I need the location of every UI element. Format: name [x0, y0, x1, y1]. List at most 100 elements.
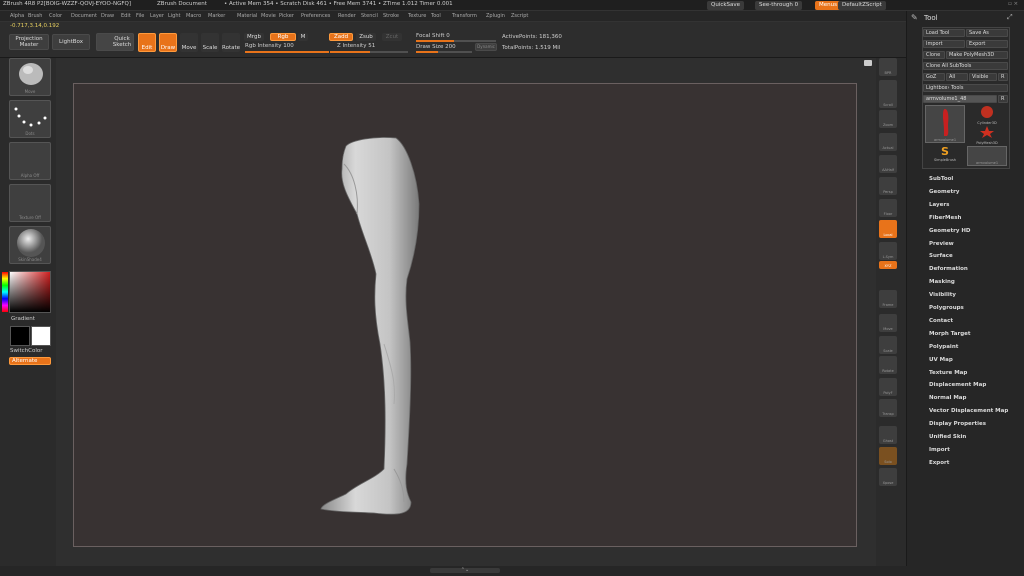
subpalette-unified-skin[interactable]: Unified Skin [929, 434, 966, 440]
brush-thumbnail[interactable]: Move [9, 58, 51, 96]
shelf-ghost-button[interactable]: Ghost [879, 426, 897, 444]
draw-button[interactable]: Draw [159, 33, 177, 52]
menu-zscript[interactable]: Zscript [511, 13, 528, 19]
tool-thumb-cylinder[interactable]: Cylinder3D [967, 105, 1007, 125]
menu-movie[interactable]: Movie [261, 13, 276, 19]
goz-r-button[interactable]: R [998, 73, 1008, 81]
load-tool-button[interactable]: Load Tool [923, 29, 965, 37]
switchcolor-button[interactable]: SwitchColor [10, 348, 43, 354]
tool-thumb-armvolume-2[interactable]: armvolume1 [967, 146, 1007, 166]
material-thumbnail[interactable]: SkinShade4 [9, 226, 51, 264]
subpalette-polygroups[interactable]: Polygroups [929, 305, 964, 311]
subpalette-contact[interactable]: Contact [929, 318, 953, 324]
shelf-local-button[interactable]: Local [879, 220, 897, 238]
goz-button[interactable]: GoZ [923, 73, 945, 81]
lightbox-button[interactable]: LightBox [52, 34, 90, 50]
shelf-move-button[interactable]: Move [879, 314, 897, 332]
tool-thumb-armvolume[interactable]: armvolume1 [925, 105, 965, 143]
menu-brush[interactable]: Brush [28, 13, 42, 19]
menu-render[interactable]: Render [338, 13, 356, 19]
subpalette-surface[interactable]: Surface [929, 253, 953, 259]
save-as-button[interactable]: Save As [966, 29, 1008, 37]
menu-file[interactable]: File [136, 13, 144, 19]
menu-marker[interactable]: Marker [208, 13, 225, 19]
tool-thumb-polymesh[interactable]: PolyMesh3D [967, 125, 1007, 145]
shelf-xpose-button[interactable]: Xpose [879, 468, 897, 486]
shelf-polyf-button[interactable]: PolyF [879, 378, 897, 396]
menu-zplugin[interactable]: Zplugin [486, 13, 505, 19]
subpalette-texture-map[interactable]: Texture Map [929, 370, 967, 376]
dynamic-button[interactable]: Dynamic [475, 43, 497, 51]
menu-edit[interactable]: Edit [121, 13, 131, 19]
shelf-xyz-button[interactable]: XYZ [879, 261, 897, 269]
see-through-slider[interactable]: See-through 0 [755, 1, 803, 10]
menu-preferences[interactable]: Preferences [301, 13, 330, 19]
shelf-rotate-button[interactable]: Rotate [879, 356, 897, 374]
shelf-lsym-button[interactable]: L.Sym [879, 242, 897, 260]
shelf-scale-button[interactable]: Scale [879, 336, 897, 354]
window-controls-icon[interactable]: ▫ × [1008, 1, 1018, 7]
make-polymesh-button[interactable]: Make PolyMesh3D [946, 51, 1008, 59]
zcut-button[interactable]: Zcut [382, 33, 402, 41]
menu-picker[interactable]: Picker [279, 13, 294, 19]
shelf-solo-button[interactable]: Solo [879, 447, 897, 465]
alpha-thumbnail[interactable]: Alpha Off [9, 142, 51, 180]
menu-alpha[interactable]: Alpha [10, 13, 24, 19]
subpalette-export[interactable]: Export [929, 460, 949, 466]
subpalette-deformation[interactable]: Deformation [929, 266, 968, 272]
tray-toggle-icon[interactable]: ⌃⌄ [430, 568, 500, 573]
menu-light[interactable]: Light [168, 13, 180, 19]
current-tool-slider[interactable]: armvolume1_48 [923, 95, 997, 103]
all-button[interactable]: All [946, 73, 968, 81]
export-button[interactable]: Export [966, 40, 1008, 48]
subpalette-normal-map[interactable]: Normal Map [929, 395, 966, 401]
subpalette-masking[interactable]: Masking [929, 279, 955, 285]
zsub-button[interactable]: Zsub [356, 33, 376, 41]
subpalette-visibility[interactable]: Visibility [929, 292, 956, 298]
shelf-transp-button[interactable]: Transp [879, 399, 897, 417]
alternate-button[interactable]: Alternate [9, 357, 51, 365]
z-intensity-slider[interactable] [330, 51, 408, 53]
menu-document[interactable]: Document [71, 13, 97, 19]
shelf-scroll-button[interactable]: Scroll [879, 90, 897, 108]
clone-button[interactable]: Clone [923, 51, 945, 59]
menu-transform[interactable]: Transform [452, 13, 477, 19]
draw-size-slider[interactable] [416, 51, 472, 53]
shelf-floor-button[interactable]: Floor [879, 199, 897, 217]
maximize-icon[interactable] [864, 60, 872, 66]
edit-button[interactable]: Edit [138, 33, 156, 52]
tool-thumb-simplebrush[interactable]: S SimpleBrush [925, 146, 965, 166]
stroke-thumbnail[interactable]: Dots [9, 100, 51, 138]
secondary-color-swatch[interactable] [31, 326, 51, 346]
menu-texture[interactable]: Texture [408, 13, 426, 19]
gradient-label[interactable]: Gradient [11, 316, 35, 322]
subpalette-morph-target[interactable]: Morph Target [929, 331, 971, 337]
quicksave-button[interactable]: QuickSave [707, 1, 745, 10]
dock-icon[interactable]: ⤢ [1007, 13, 1013, 22]
subpalette-geometry-hd[interactable]: Geometry HD [929, 228, 971, 234]
subpalette-fibermesh[interactable]: FiberMesh [929, 215, 961, 221]
shelf-persp-button[interactable]: Persp [879, 177, 897, 195]
move-button[interactable]: Move [180, 33, 198, 52]
default-zscript-button[interactable]: DefaultZScript [838, 1, 886, 10]
projection-master-button[interactable]: Projection Master [9, 34, 49, 50]
hue-strip[interactable] [2, 272, 8, 312]
rgb-button[interactable]: Rgb [270, 33, 296, 41]
shelf-frame-button[interactable]: Frame [879, 290, 897, 308]
shelf-actual-button[interactable]: Actual [879, 133, 897, 151]
subpalette-uv-map[interactable]: UV Map [929, 357, 953, 363]
visible-button[interactable]: Visible [969, 73, 997, 81]
canvas[interactable] [73, 83, 857, 547]
subpalette-import[interactable]: Import [929, 447, 950, 453]
shelf-bpr-button[interactable]: BPR [879, 58, 897, 76]
subpalette-polypaint[interactable]: Polypaint [929, 344, 958, 350]
shelf-aahalf-button[interactable]: AAHalf [879, 155, 897, 173]
menu-layer[interactable]: Layer [150, 13, 164, 19]
rgb-intensity-slider[interactable] [245, 51, 329, 53]
menu-macro[interactable]: Macro [186, 13, 201, 19]
menu-stencil[interactable]: Stencil [361, 13, 378, 19]
primary-color-swatch[interactable] [10, 326, 30, 346]
mrgb-button[interactable]: Mrgb [244, 33, 264, 41]
menu-draw[interactable]: Draw [101, 13, 114, 19]
subpalette-preview[interactable]: Preview [929, 241, 954, 247]
